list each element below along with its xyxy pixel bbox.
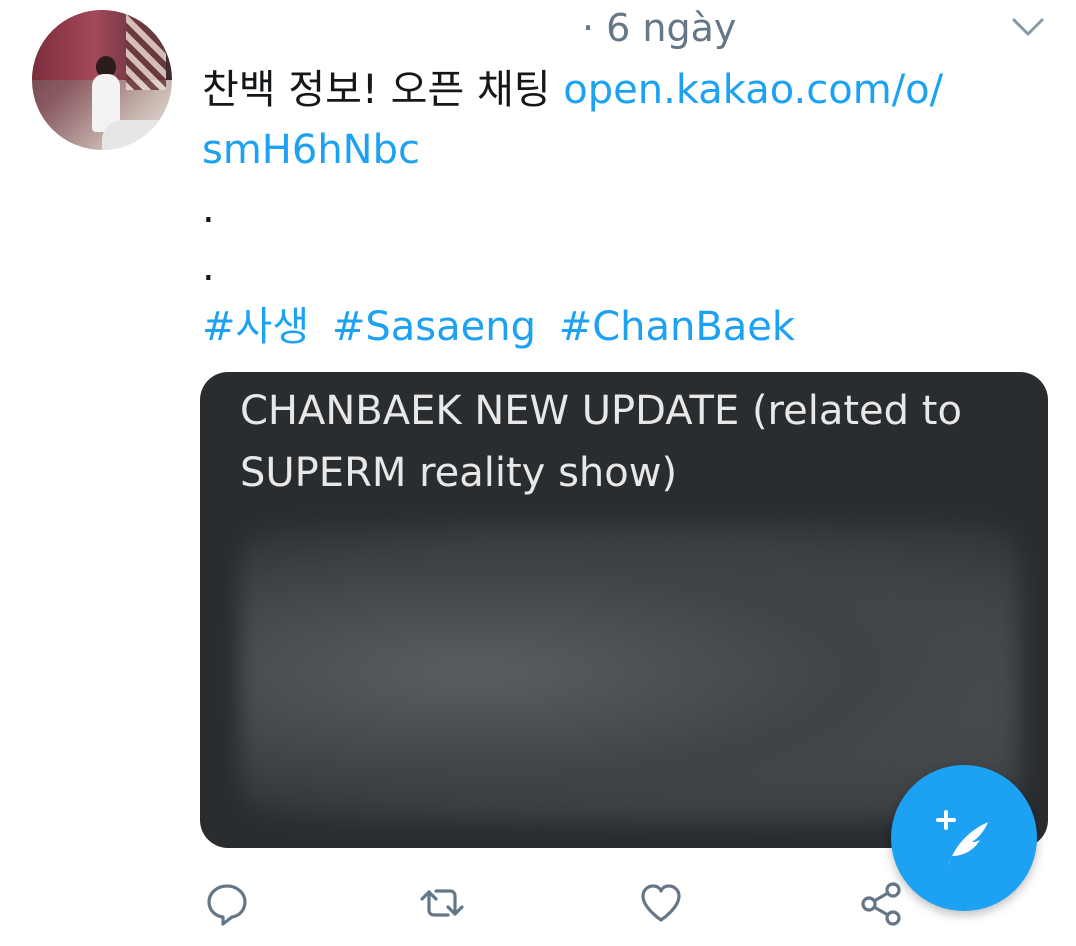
compose-tweet-icon	[936, 810, 988, 866]
tweet-dot-1: .	[202, 186, 215, 232]
reply-icon[interactable]	[202, 876, 252, 930]
tweet-text-prefix: 찬백 정보! 오픈 채팅	[202, 67, 564, 113]
media-blurred-content	[240, 522, 1020, 822]
hashtags: #사생 #Sasaeng #ChanBaek	[202, 298, 805, 356]
kakao-link[interactable]: open.kakao.com/o/	[563, 67, 943, 113]
share-icon[interactable]	[856, 876, 906, 930]
avatar-pattern	[126, 10, 166, 90]
retweet-icon[interactable]	[417, 876, 467, 930]
tweet-media-image[interactable]: CHANBAEK NEW UPDATE (related to SUPERM r…	[200, 372, 1048, 848]
hashtag-sasaeng[interactable]: #Sasaeng	[332, 304, 536, 350]
media-caption: CHANBAEK NEW UPDATE (related to SUPERM r…	[240, 388, 962, 496]
avatar[interactable]	[32, 10, 172, 150]
hashtag-sasaeng-korean[interactable]: #사생	[202, 304, 309, 350]
tweet-text: 찬백 정보! 오픈 채팅 open.kakao.com/o/ smH6hNbc …	[202, 60, 1002, 296]
tweet-text-line-1: 찬백 정보! 오픈 채팅 open.kakao.com/o/	[202, 60, 1002, 120]
chevron-down-icon[interactable]	[1008, 12, 1048, 42]
compose-tweet-button[interactable]	[891, 765, 1037, 911]
kakao-link-continued[interactable]: smH6hNbc	[202, 120, 1002, 180]
tweet-dot-2: .	[202, 244, 215, 290]
tweet-timestamp[interactable]: · 6 ngày	[582, 6, 736, 50]
heart-icon[interactable]	[636, 876, 686, 930]
avatar-car	[102, 120, 172, 150]
hashtag-chanbaek[interactable]: #ChanBaek	[559, 304, 795, 350]
